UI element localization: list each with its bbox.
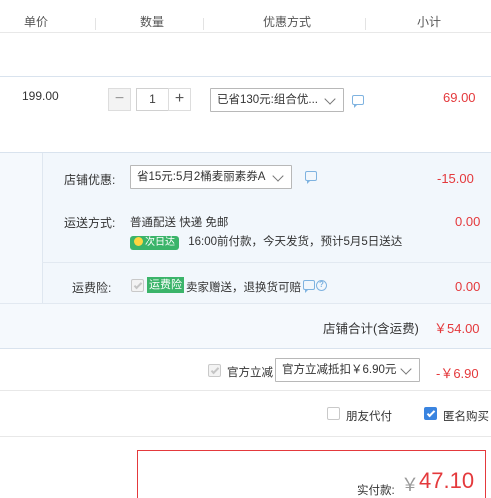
official-discount-checkbox[interactable] (208, 364, 221, 377)
next-day-badge: 次日达 (130, 236, 179, 250)
anonymous-label: 匿名购买 (443, 411, 489, 423)
shipping-amount: 0.00 (455, 214, 481, 229)
table-header: 单价 数量 优惠方式 小计 (0, 0, 491, 33)
shipping-method: 普通配送 快递 免邮 (130, 217, 229, 229)
shop-discount-label: 店铺优惠: (64, 173, 116, 187)
official-discount-label: 官方立减 (227, 367, 273, 379)
anonymous-checkbox[interactable] (424, 407, 437, 420)
payment-label: 实付款: (357, 485, 395, 497)
payment-amount: 47.10 (419, 468, 475, 493)
insurance-text: 卖家赠送，退换货可赔 (186, 282, 301, 294)
header-subtotal: 小计 (417, 15, 442, 29)
quantity-stepper: − 1 + (108, 88, 192, 111)
shipping-label: 运送方式: (64, 216, 116, 230)
payment-currency: ￥ (401, 475, 419, 495)
friend-pay-label: 朋友代付 (346, 411, 392, 423)
friend-pay-checkbox[interactable] (327, 407, 340, 420)
chat-icon[interactable] (352, 95, 364, 108)
shop-discount-value: 省15元:5月2桶麦丽素券A (137, 171, 266, 183)
header-divider (95, 18, 96, 30)
shop-discount-amount: -15.00 (437, 171, 474, 186)
insurance-badge: 运费险 (147, 277, 184, 293)
divider (42, 262, 491, 263)
divider (0, 390, 491, 391)
chat-icon[interactable] (303, 280, 315, 293)
item-unit-price: 199.00 (22, 89, 59, 103)
shop-discount-select[interactable]: 省15元:5月2桶麦丽素券A (130, 165, 292, 189)
header-quantity: 数量 (140, 15, 165, 29)
header-divider (203, 18, 204, 30)
item-promotion-value: 已省130元:组合优... (217, 94, 318, 106)
header-divider (365, 18, 366, 30)
payment-summary-box: 实付款: ￥ 47.10 (137, 450, 486, 498)
header-promotion: 优惠方式 (263, 15, 312, 29)
shipping-delivery-line: 次日达 16:00前付款，今天发货，预计5月5日送达 (130, 233, 402, 250)
official-discount-value: 官方立减抵扣￥6.90元 (282, 364, 397, 376)
official-discount-amount: -￥6.90 (436, 366, 479, 381)
shipping-note: 16:00前付款，今天发货，预计5月5日送达 (188, 236, 403, 248)
decrease-button[interactable]: − (108, 88, 131, 111)
chat-icon[interactable] (305, 171, 317, 184)
coin-icon (134, 237, 143, 246)
header-price: 单价 (24, 15, 49, 29)
help-icon[interactable]: ? (316, 280, 327, 291)
increase-button[interactable]: + (168, 88, 191, 111)
chevron-down-icon (272, 170, 284, 182)
insurance-checkbox[interactable] (131, 279, 144, 292)
quantity-input[interactable]: 1 (136, 88, 169, 111)
divider (0, 348, 491, 349)
insurance-label: 运费险: (72, 281, 112, 295)
shop-total-label: 店铺合计(含运费) (323, 322, 419, 336)
divider (0, 303, 491, 304)
insurance-amount: 0.00 (455, 279, 481, 294)
divider (0, 436, 491, 437)
item-promotion-select[interactable]: 已省130元:组合优... (210, 88, 344, 112)
shop-total-amount: ￥54.00 (434, 321, 480, 336)
chevron-down-icon (400, 363, 412, 375)
chevron-down-icon (324, 93, 336, 105)
item-subtotal: 69.00 (443, 90, 476, 105)
official-discount-select[interactable]: 官方立减抵扣￥6.90元 (275, 358, 420, 382)
divider (0, 76, 491, 77)
